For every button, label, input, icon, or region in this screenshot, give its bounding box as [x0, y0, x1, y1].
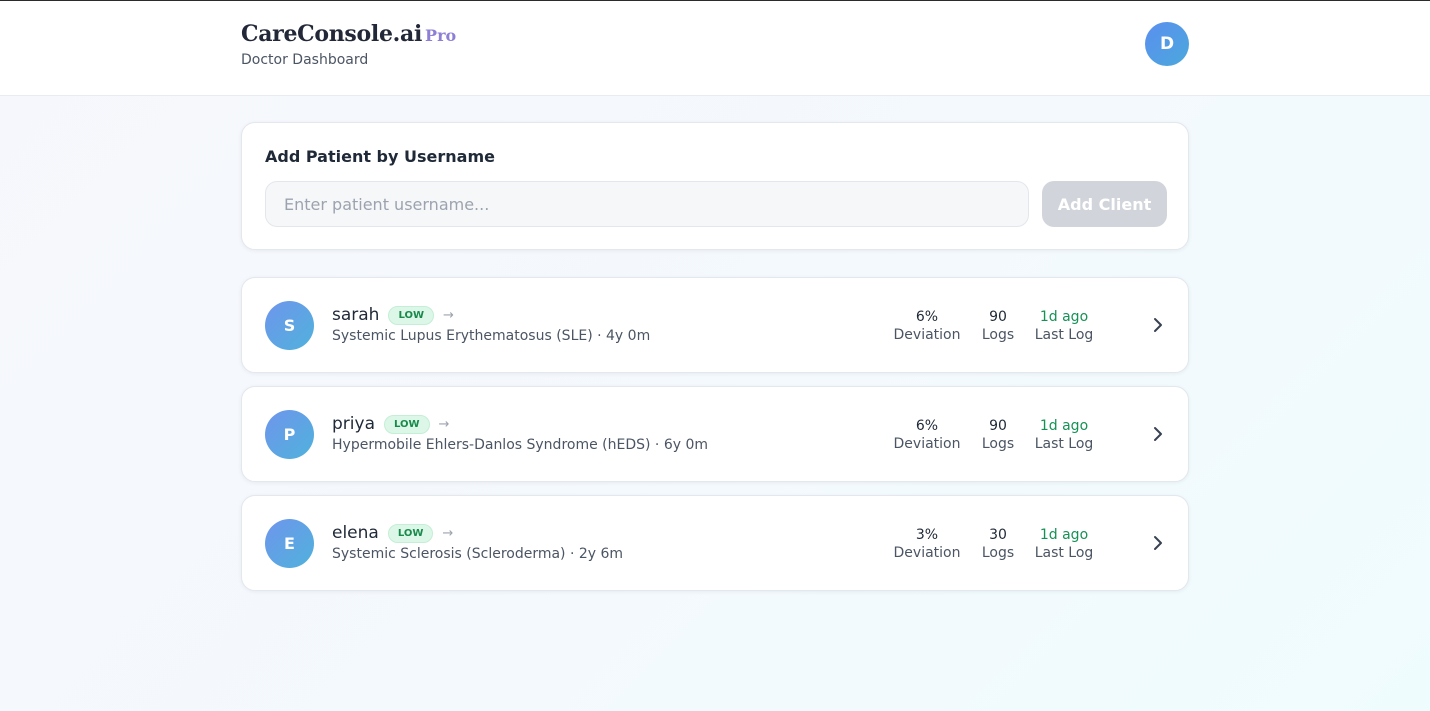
patient-name-row: elena LOW → [332, 523, 453, 543]
deviation-label: Deviation [893, 327, 961, 343]
trend-arrow-icon: → [442, 525, 454, 541]
add-patient-title: Add Patient by Username [265, 147, 495, 166]
dashboard-subtitle: Doctor Dashboard [241, 52, 369, 68]
logs-stat: 30 Logs [978, 526, 1018, 562]
risk-badge: LOW [387, 523, 434, 543]
deviation-label: Deviation [893, 436, 961, 452]
last-log-label: Last Log [1034, 545, 1094, 561]
chevron-right-icon[interactable] [1147, 532, 1169, 554]
patient-name: elena [332, 523, 379, 543]
last-log-stat: 1d ago Last Log [1034, 526, 1094, 562]
deviation-value: 6% [915, 309, 939, 325]
deviation-stat: 3% Deviation [892, 526, 962, 562]
deviation-stat: 6% Deviation [892, 417, 962, 453]
last-log-value: 1d ago [1039, 309, 1089, 325]
logs-value: 90 [989, 418, 1007, 434]
patient-avatar: S [265, 301, 314, 350]
brand-pro-badge: Pro [425, 26, 457, 45]
patient-card[interactable]: P priya LOW → Hypermobile Ehlers-Danlos … [241, 386, 1189, 482]
deviation-stat: 6% Deviation [892, 308, 962, 344]
patient-name: sarah [332, 305, 380, 325]
add-client-button[interactable]: Add Client [1042, 181, 1167, 227]
app-header: CareConsole.ai Pro Doctor Dashboard D [0, 0, 1430, 96]
last-log-stat: 1d ago Last Log [1034, 417, 1094, 453]
brand-name: CareConsole.ai [241, 21, 423, 47]
risk-badge: LOW [383, 414, 430, 434]
logs-label: Logs [981, 327, 1015, 343]
patient-name: priya [332, 414, 375, 434]
logs-value: 90 [989, 309, 1007, 325]
last-log-stat: 1d ago Last Log [1034, 308, 1094, 344]
risk-badge: LOW [388, 305, 435, 325]
patient-name-row: sarah LOW → [332, 305, 454, 325]
logs-value: 30 [989, 527, 1007, 543]
patient-avatar: E [265, 519, 314, 568]
brand: CareConsole.ai Pro Doctor Dashboard [241, 21, 456, 68]
patient-username-input[interactable] [265, 181, 1029, 227]
patient-name-row: priya LOW → [332, 414, 449, 434]
patient-condition: Systemic Sclerosis (Scleroderma) · 2y 6m [332, 546, 624, 562]
last-log-value: 1d ago [1039, 418, 1089, 434]
add-patient-card: Add Patient by Username Add Client [241, 122, 1189, 250]
chevron-right-icon[interactable] [1147, 314, 1169, 336]
last-log-label: Last Log [1034, 436, 1094, 452]
trend-arrow-icon: → [443, 307, 454, 323]
patient-condition: Systemic Lupus Erythematosus (SLE) · 4y … [332, 328, 651, 344]
logs-stat: 90 Logs [978, 417, 1018, 453]
logs-label: Logs [981, 436, 1015, 452]
deviation-label: Deviation [893, 545, 961, 561]
chevron-right-icon[interactable] [1147, 423, 1169, 445]
trend-arrow-icon: → [438, 416, 450, 432]
deviation-value: 3% [915, 527, 939, 543]
logs-stat: 90 Logs [978, 308, 1018, 344]
logs-label: Logs [981, 545, 1015, 561]
patient-avatar: P [265, 410, 314, 459]
deviation-value: 6% [915, 418, 939, 434]
last-log-label: Last Log [1034, 327, 1094, 343]
patient-card[interactable]: E elena LOW → Systemic Sclerosis (Sclero… [241, 495, 1189, 591]
last-log-value: 1d ago [1039, 527, 1089, 543]
user-avatar[interactable]: D [1145, 22, 1189, 66]
patient-condition: Hypermobile Ehlers-Danlos Syndrome (hEDS… [332, 437, 709, 453]
patient-card[interactable]: S sarah LOW → Systemic Lupus Erythematos… [241, 277, 1189, 373]
